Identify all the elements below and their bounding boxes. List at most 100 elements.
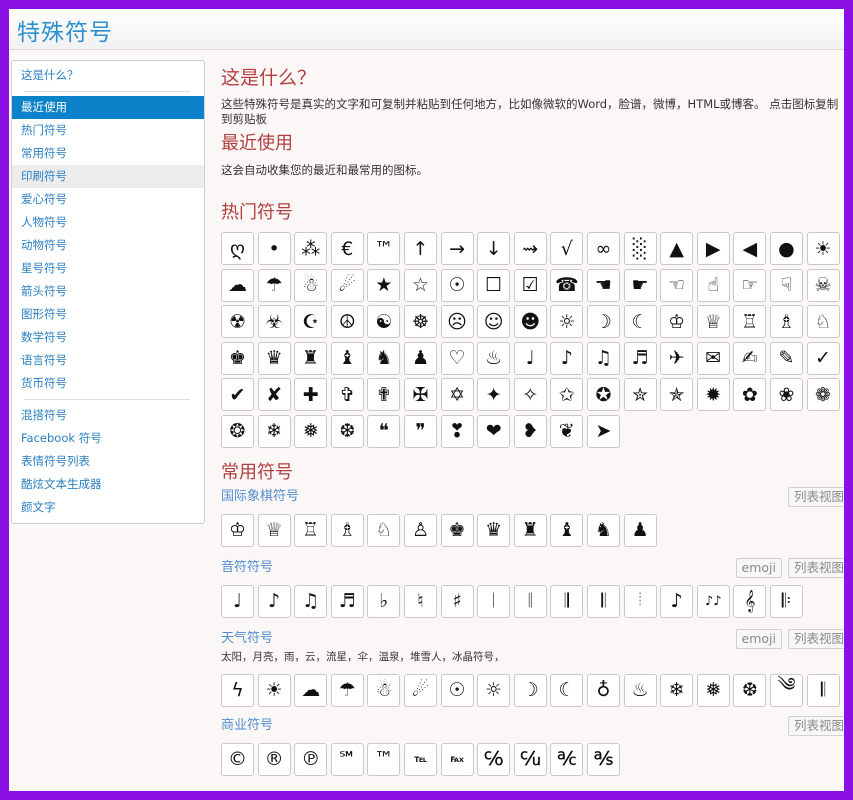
- symbol-cell[interactable]: ♯: [440, 584, 474, 618]
- symbol-cell[interactable]: ♬: [330, 584, 364, 618]
- symbol-cell[interactable]: ⇝: [513, 232, 547, 265]
- symbol-cell[interactable]: ❞: [403, 414, 437, 448]
- symbol-cell[interactable]: ✓: [806, 341, 840, 375]
- sidebar-item-recent[interactable]: 最近使用: [12, 96, 204, 119]
- symbol-cell[interactable]: 𝄞: [733, 584, 767, 618]
- symbol-cell[interactable]: ★: [367, 268, 401, 302]
- symbol-cell[interactable]: ♕: [257, 513, 291, 547]
- symbol-cell[interactable]: ™: [367, 742, 401, 776]
- symbol-cell[interactable]: ☄: [330, 268, 364, 302]
- symbol-cell[interactable]: ℠: [330, 742, 364, 776]
- symbol-cell[interactable]: ❅: [294, 414, 328, 448]
- symbol-cell[interactable]: ☝: [696, 268, 730, 302]
- symbol-cell[interactable]: ♔: [221, 513, 254, 547]
- symbol-cell[interactable]: ●: [769, 232, 803, 265]
- symbol-cell[interactable]: ∞: [586, 232, 620, 265]
- symbol-cell[interactable]: ♜: [294, 341, 328, 375]
- symbol-cell[interactable]: ❥: [513, 414, 547, 448]
- symbol-cell[interactable]: ☪: [294, 305, 328, 339]
- symbol-cell[interactable]: ℀: [550, 742, 584, 776]
- symbol-cell[interactable]: ☸: [403, 305, 437, 339]
- symbol-cell[interactable]: ☮: [330, 305, 364, 339]
- symbol-cell[interactable]: ♫: [294, 584, 328, 618]
- symbol-cell[interactable]: ♪: [550, 341, 584, 375]
- symbol-cell[interactable]: ❆: [330, 414, 364, 448]
- sidebar-item-math[interactable]: 数学符号: [12, 326, 204, 349]
- symbol-cell[interactable]: ✮: [623, 378, 657, 412]
- symbol-cell[interactable]: ϟ: [221, 673, 254, 707]
- symbol-cell[interactable]: ☀: [257, 673, 291, 707]
- symbol-cell[interactable]: ✞: [330, 378, 364, 412]
- weather-list-view-button[interactable]: 列表视图: [787, 628, 844, 649]
- symbol-cell[interactable]: ✹: [696, 378, 730, 412]
- symbol-cell[interactable]: 𝄀: [477, 584, 511, 618]
- symbol-cell[interactable]: ❀: [769, 378, 803, 412]
- symbol-cell[interactable]: ♝: [330, 341, 364, 375]
- symbol-cell[interactable]: ♪♪: [696, 584, 730, 618]
- sidebar-item-facebook[interactable]: Facebook 符号: [12, 427, 204, 450]
- symbol-cell[interactable]: ❄: [660, 673, 694, 707]
- symbol-cell[interactable]: ✡: [440, 378, 474, 412]
- symbol-cell[interactable]: ♮: [403, 584, 437, 618]
- symbol-cell[interactable]: ➤: [586, 414, 620, 448]
- symbol-cell[interactable]: ✩: [550, 378, 584, 412]
- symbol-cell[interactable]: ☠: [806, 268, 840, 302]
- symbol-cell[interactable]: ☢: [221, 305, 254, 339]
- sidebar-item-mixed[interactable]: 混搭符号: [12, 404, 204, 427]
- symbol-cell[interactable]: ☆: [403, 268, 437, 302]
- symbol-cell[interactable]: ☚: [586, 268, 620, 302]
- symbol-cell[interactable]: ✿: [733, 378, 767, 412]
- symbol-cell[interactable]: ♗: [769, 305, 803, 339]
- symbol-cell[interactable]: ℆: [513, 742, 547, 776]
- symbol-cell[interactable]: ✟: [367, 378, 401, 412]
- sidebar-item-currency[interactable]: 货币符号: [12, 372, 204, 395]
- symbol-cell[interactable]: ℁: [586, 742, 620, 776]
- chess-list-view-button[interactable]: 列表视图: [787, 486, 844, 507]
- symbol-cell[interactable]: ↑: [403, 232, 437, 265]
- symbol-cell[interactable]: ☾: [550, 673, 584, 707]
- symbol-cell[interactable]: ☾: [623, 305, 657, 339]
- symbol-cell[interactable]: ℻: [440, 742, 474, 776]
- symbol-cell[interactable]: ▶: [696, 232, 730, 265]
- symbol-cell[interactable]: ☂: [330, 673, 364, 707]
- business-title[interactable]: 商业符号: [221, 716, 841, 736]
- symbol-cell[interactable]: ☑: [513, 268, 547, 302]
- symbol-cell[interactable]: ✔: [221, 378, 254, 412]
- symbol-cell[interactable]: ♪: [257, 584, 291, 618]
- symbol-cell[interactable]: ♁: [586, 673, 620, 707]
- symbol-cell[interactable]: ⁂: [294, 232, 328, 265]
- symbol-cell[interactable]: ☃: [294, 268, 328, 302]
- symbol-cell[interactable]: √: [550, 232, 584, 265]
- business-list-view-button[interactable]: 列表视图: [787, 715, 844, 736]
- symbol-cell[interactable]: ☁: [294, 673, 328, 707]
- symbol-cell[interactable]: ☃: [367, 673, 401, 707]
- symbol-cell[interactable]: ❣: [440, 414, 474, 448]
- symbol-cell[interactable]: ↓: [477, 232, 511, 265]
- symbol-cell[interactable]: ☺: [477, 305, 511, 339]
- symbol-cell[interactable]: ☼: [477, 673, 511, 707]
- symbol-cell[interactable]: ✍: [733, 341, 767, 375]
- music-list-view-button[interactable]: 列表视图: [787, 557, 844, 578]
- symbol-cell[interactable]: ℗: [294, 742, 328, 776]
- symbol-cell[interactable]: ☜: [660, 268, 694, 302]
- symbol-cell[interactable]: €: [330, 232, 364, 265]
- symbol-cell[interactable]: ♛: [477, 513, 511, 547]
- symbol-cell[interactable]: ☄: [403, 673, 437, 707]
- symbol-cell[interactable]: ✧: [513, 378, 547, 412]
- symbol-cell[interactable]: •: [257, 232, 291, 265]
- sidebar-item-stars[interactable]: 星号符号: [12, 257, 204, 280]
- symbol-cell[interactable]: ░: [623, 232, 657, 265]
- symbol-cell[interactable]: ♬: [623, 341, 657, 375]
- symbol-cell[interactable]: ✦: [477, 378, 511, 412]
- symbol-cell[interactable]: ♨: [623, 673, 657, 707]
- sidebar-item-about[interactable]: 这是什么？: [12, 63, 204, 87]
- symbol-cell[interactable]: ♭: [367, 584, 401, 618]
- symbol-cell[interactable]: ☂: [257, 268, 291, 302]
- symbol-cell[interactable]: ღ: [221, 232, 254, 265]
- symbol-cell[interactable]: ♔: [660, 305, 694, 339]
- symbol-cell[interactable]: ❁: [806, 378, 840, 412]
- symbol-cell[interactable]: ✎: [769, 341, 803, 375]
- symbol-cell[interactable]: 𝄃: [806, 673, 840, 707]
- symbol-cell[interactable]: ☀: [806, 232, 840, 265]
- symbol-cell[interactable]: ♩: [513, 341, 547, 375]
